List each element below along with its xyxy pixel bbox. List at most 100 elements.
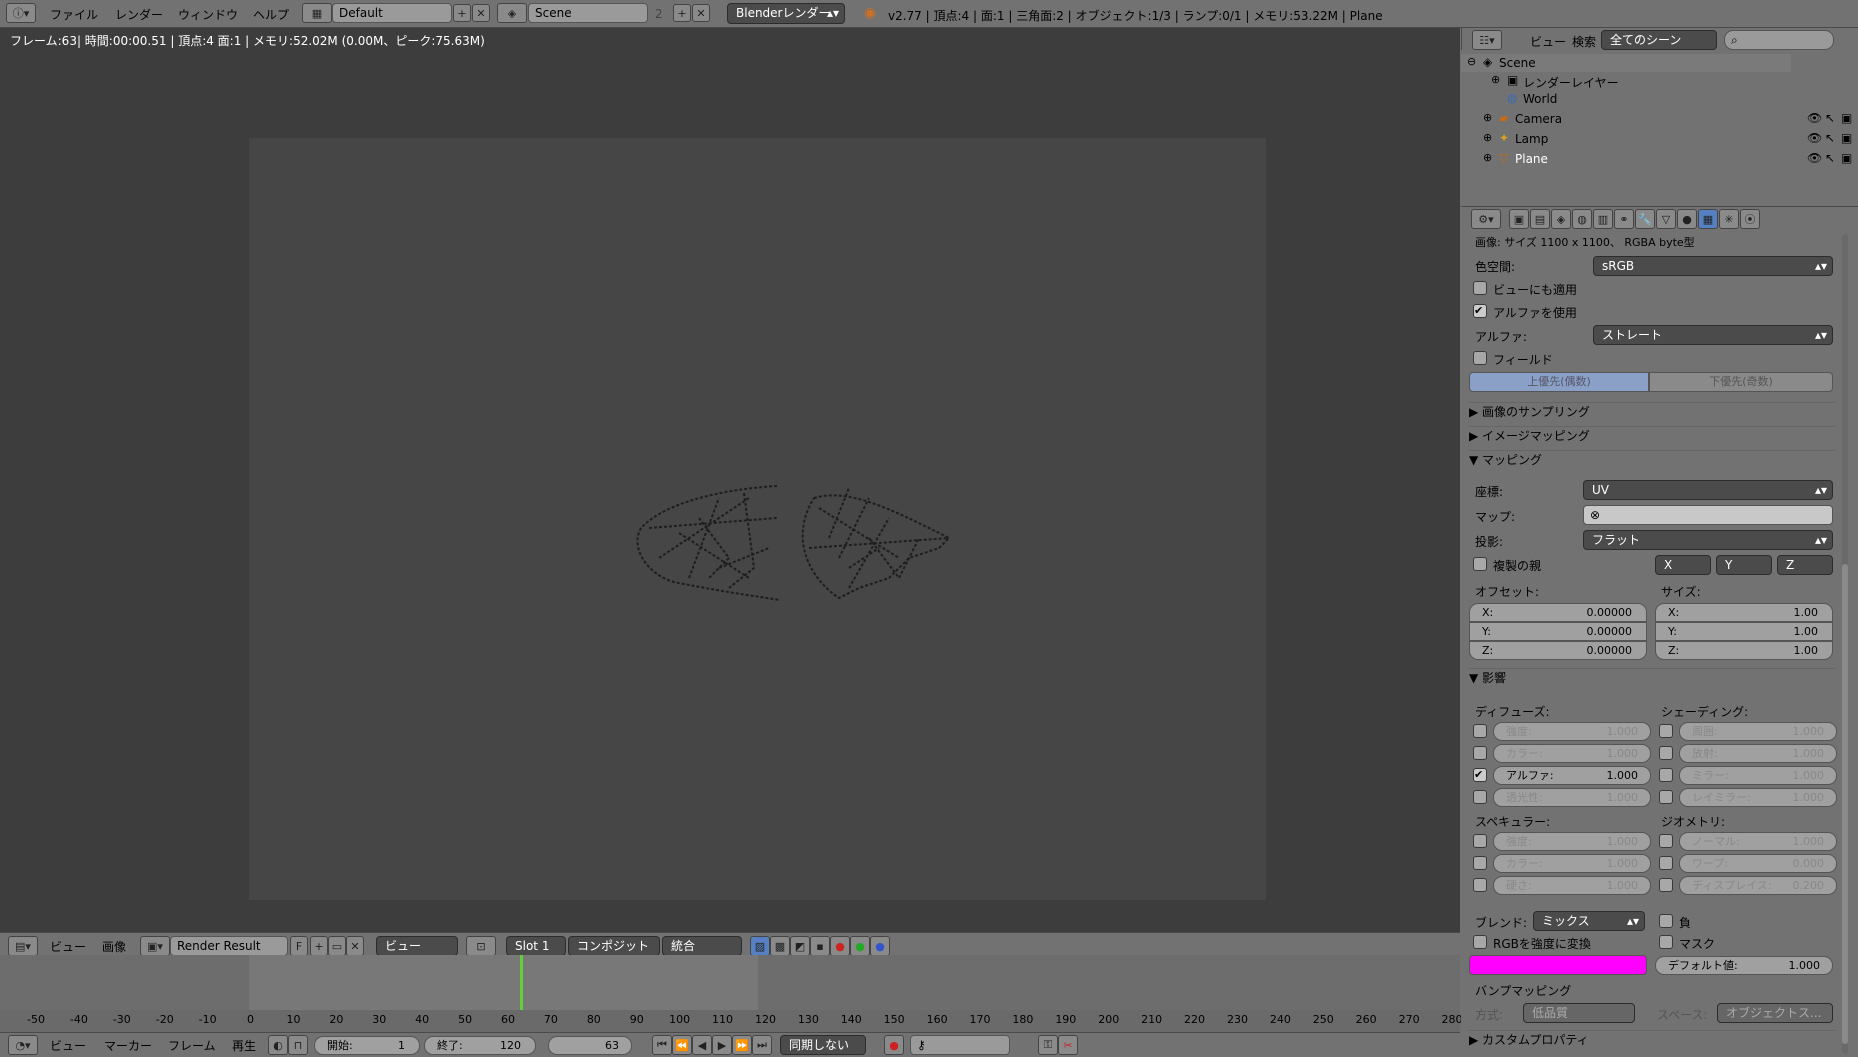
visibility-eye-icon[interactable]: 👁 — [1807, 151, 1822, 165]
outliner-row-plane[interactable]: ⊕ ▽ Plane 👁 ↖ ▣ — [1461, 150, 1858, 168]
shading-slider[interactable]: 周囲: 1.000 — [1679, 722, 1837, 741]
mapping-x-select[interactable]: X — [1655, 555, 1711, 575]
diffuse-slider[interactable]: アルファ: 1.000 — [1493, 766, 1651, 785]
mapping-y-select[interactable]: Y — [1716, 555, 1772, 575]
diffuse-checkbox[interactable] — [1473, 746, 1487, 760]
geometry-slider[interactable]: ディスプレイス: 0.200 — [1679, 876, 1837, 895]
specular-slider[interactable]: 強度: 1.000 — [1493, 832, 1651, 851]
stencil-checkbox[interactable] — [1659, 935, 1673, 949]
shading-slider[interactable]: 放射: 1.000 — [1679, 744, 1837, 763]
menu-file[interactable]: ファイル — [50, 6, 98, 23]
layout-field[interactable]: Default — [332, 3, 452, 23]
expand-icon[interactable]: ⊕ — [1483, 131, 1492, 144]
geometry-checkbox[interactable] — [1659, 856, 1673, 870]
data-tab-icon[interactable]: ▽ — [1656, 209, 1676, 229]
shading-checkbox[interactable] — [1659, 724, 1673, 738]
remove-layout-icon[interactable]: ✕ — [472, 4, 490, 22]
visibility-eye-icon[interactable]: 👁 — [1807, 111, 1822, 125]
diffuse-slider[interactable]: 強度: 1.000 — [1493, 722, 1651, 741]
collapse-icon[interactable]: ⊖ — [1467, 55, 1476, 68]
particles-tab-icon[interactable]: ✳ — [1719, 209, 1739, 229]
render-tab-icon[interactable]: ▣ — [1509, 209, 1529, 229]
bump-method-select[interactable]: 低品質 — [1523, 1003, 1635, 1023]
pivot-icon[interactable]: ⊡ — [466, 936, 496, 956]
timeline-menu-view[interactable]: ビュー — [50, 1037, 86, 1054]
use-alpha-checkbox[interactable]: ✔ — [1473, 304, 1487, 318]
shading-checkbox[interactable] — [1659, 790, 1673, 804]
pass-select[interactable]: コンポジット — [568, 936, 660, 956]
properties-scrollbar[interactable] — [1842, 234, 1848, 1054]
expand-icon[interactable]: ⊕ — [1491, 73, 1500, 86]
outliner-row-lamp[interactable]: ⊕ ✦ Lamp 👁 ↖ ▣ — [1461, 130, 1858, 148]
red-channel-icon[interactable]: ● — [830, 936, 850, 956]
texture-tab-icon[interactable]: ▦ — [1698, 209, 1718, 229]
coords-select[interactable]: UV ▴▾ — [1583, 480, 1833, 500]
slot-select[interactable]: Slot 1 — [506, 936, 566, 956]
preview-range-icon[interactable]: ◐ — [268, 1035, 288, 1055]
alpha-mode-select[interactable]: ストレート ▴▾ — [1593, 325, 1833, 345]
alpha-display-icon[interactable]: ▩ — [770, 936, 790, 956]
blue-channel-icon[interactable]: ● — [870, 936, 890, 956]
render-camera-icon[interactable]: ▣ — [1841, 131, 1852, 145]
current-frame-field[interactable]: 63 — [548, 1036, 632, 1055]
custom-props-panel-header[interactable]: ▶ カスタムプロパティ — [1469, 1030, 1835, 1050]
sampling-panel-header[interactable]: ▶ 画像のサンプリング — [1469, 402, 1835, 422]
render-layers-tab-icon[interactable]: ▤ — [1530, 209, 1550, 229]
shading-checkbox[interactable] — [1659, 768, 1673, 782]
size-field[interactable]: Z: 1.00 — [1655, 641, 1833, 660]
expand-icon[interactable]: ⊕ — [1483, 111, 1492, 124]
keying-set-field[interactable]: ⚷ — [910, 1035, 1010, 1055]
size-field[interactable]: X: 1.00 — [1655, 603, 1833, 622]
scene-field[interactable]: Scene — [528, 3, 648, 23]
scene-icon[interactable]: ◈ — [497, 3, 527, 23]
open-image-icon[interactable]: ▭ — [328, 936, 346, 956]
blend-select[interactable]: ミックス ▴▾ — [1533, 911, 1645, 931]
geometry-checkbox[interactable] — [1659, 834, 1673, 848]
timeline-menu-frame[interactable]: フレーム — [168, 1037, 216, 1054]
colorspace-select[interactable]: sRGB ▴▾ — [1593, 256, 1833, 276]
constraints-tab-icon[interactable]: ⚭ — [1614, 209, 1634, 229]
fake-user-button[interactable]: F — [290, 936, 308, 956]
shading-slider[interactable]: レイミラー: 1.000 — [1679, 788, 1837, 807]
menu-render[interactable]: レンダー — [115, 6, 163, 23]
shading-slider[interactable]: ミラー: 1.000 — [1679, 766, 1837, 785]
specular-checkbox[interactable] — [1473, 834, 1487, 848]
uv-map-field[interactable]: ⊗ — [1583, 505, 1833, 525]
default-value-field[interactable]: デフォルト値: 1.000 — [1655, 956, 1833, 975]
specular-checkbox[interactable] — [1473, 856, 1487, 870]
outliner-row-render-layers[interactable]: ⊕ ▣ レンダーレイヤー — [1461, 72, 1791, 90]
add-scene-icon[interactable]: + — [673, 4, 691, 22]
properties-scroll-thumb[interactable] — [1842, 564, 1848, 1044]
object-tab-icon[interactable]: ▥ — [1593, 209, 1613, 229]
remove-scene-icon[interactable]: ✕ — [692, 4, 710, 22]
outliner-menu-search[interactable]: 検索 — [1572, 33, 1596, 50]
play-reverse-icon[interactable]: ◀ — [692, 1035, 712, 1055]
menu-window[interactable]: ウィンドウ — [178, 6, 238, 23]
upper-first-button[interactable]: 上優先(偶数) — [1469, 372, 1649, 392]
outliner-row-scene[interactable]: ⊖ ◈ Scene — [1461, 54, 1791, 72]
image-menu-image[interactable]: 画像 — [102, 938, 126, 955]
projection-select[interactable]: フラット ▴▾ — [1583, 530, 1833, 550]
geometry-slider[interactable]: ノーマル: 1.000 — [1679, 832, 1837, 851]
shading-checkbox[interactable] — [1659, 746, 1673, 760]
geometry-checkbox[interactable] — [1659, 878, 1673, 892]
add-layout-icon[interactable]: + — [453, 4, 471, 22]
material-tab-icon[interactable]: ● — [1677, 209, 1697, 229]
image-name-field[interactable]: Render Result — [170, 936, 288, 956]
outliner-menu-view[interactable]: ビュー — [1530, 33, 1566, 50]
render-camera-icon[interactable]: ▣ — [1841, 151, 1852, 165]
start-frame-field[interactable]: 開始: 1 — [314, 1036, 420, 1055]
new-image-icon[interactable]: + — [310, 936, 328, 956]
offset-field[interactable]: X: 0.00000 — [1469, 603, 1647, 622]
jump-end-icon[interactable]: ⏭ — [752, 1035, 772, 1055]
outliner-row-world[interactable]: ◍ World — [1461, 90, 1791, 108]
timeline-ruler[interactable]: -50 -40 -30 -20 -10 0 10 20 30 40 50 60 70 80 90 100 110… — [0, 1010, 1463, 1032]
fields-checkbox[interactable] — [1473, 351, 1487, 365]
render-engine-select[interactable]: Blenderレンダー ▴▾ — [727, 3, 845, 24]
lower-first-button[interactable]: 下優先(奇数) — [1649, 372, 1833, 392]
record-icon[interactable]: ● — [884, 1035, 904, 1055]
select-arrow-icon[interactable]: ↖ — [1825, 151, 1835, 165]
prev-keyframe-icon[interactable]: ⏪ — [672, 1035, 692, 1055]
visibility-eye-icon[interactable]: 👁 — [1807, 131, 1822, 145]
diffuse-checkbox[interactable]: ✔ — [1473, 768, 1487, 782]
